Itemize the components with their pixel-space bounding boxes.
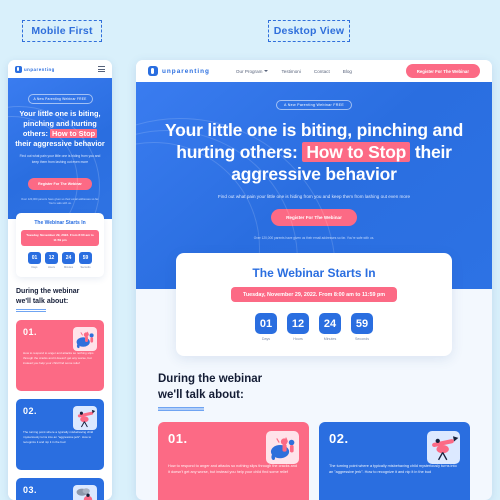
- desktop-webinar-card-01[interactable]: 01. How to respond to anger and attacks …: [158, 421, 309, 500]
- desktop-webinar-section: During the webinar we'll talk about: 01.…: [136, 356, 492, 500]
- desktop-webinar-card-02[interactable]: 02. The turning point where a typically …: [319, 421, 470, 500]
- headline-highlight: How to Stop: [302, 142, 411, 163]
- desktop-mockup: unparenting Our Program Testimoni Contac…: [136, 60, 492, 500]
- section-title-line-2: we'll talk about:: [158, 388, 244, 401]
- mobile-logo[interactable]: unparenting: [15, 65, 55, 73]
- nav-register-button[interactable]: Register For The Webinar: [405, 64, 480, 78]
- card-text: The turning point where a typically misb…: [23, 430, 94, 444]
- section-underline-decoration: [158, 406, 204, 411]
- countdown-unit: 59 Seconds: [351, 313, 373, 341]
- countdown-label: Days: [261, 337, 271, 342]
- nav-item-contact[interactable]: Contact: [314, 69, 330, 74]
- countdown-unit: 12 Hours: [287, 313, 309, 341]
- card-text: How to respond to anger and attacks so n…: [168, 463, 297, 475]
- countdown-unit: 59 Seconds: [79, 252, 92, 269]
- mobile-hero: A New Parenting Webinar FREE Your little…: [8, 78, 112, 220]
- countdown-value: 59: [351, 313, 373, 335]
- desktop-hero-note: Over 120,000 parents have given us their…: [253, 236, 375, 241]
- child-with-cloud-illustration: [73, 485, 97, 500]
- countdown-value: 24: [62, 252, 75, 265]
- desktop-countdown-card: The Webinar Starts In Tuesday, November …: [176, 253, 452, 357]
- countdown-unit: 24 Minutes: [319, 313, 341, 341]
- countdown-label: Minutes: [323, 337, 337, 342]
- countdown-label: Seconds: [80, 266, 91, 270]
- mobile-countdown-card: The Webinar Starts In Tuesday, November …: [16, 213, 104, 278]
- nav-item-our-program[interactable]: Our Program: [236, 69, 269, 74]
- countdown-value: 12: [45, 252, 58, 265]
- child-and-elephant-illustration: [266, 430, 299, 464]
- headline-line-1: Your little one is biting, pinching and: [164, 120, 464, 140]
- desktop-section-title: During the webinar we'll talk about:: [158, 372, 470, 402]
- mobile-hero-pill: A New Parenting Webinar FREE: [27, 94, 93, 104]
- mobile-countdown-date: Tuesday, November 29, 2022. From 8:00 am…: [21, 230, 99, 247]
- desktop-hero-subtitle: Find out what pain your little one is hi…: [217, 194, 411, 200]
- mobile-view-label: Mobile First: [22, 20, 102, 42]
- countdown-label: Days: [31, 266, 38, 270]
- countdown-unit: 01 Days: [28, 252, 41, 269]
- desktop-wordmark: unparenting: [162, 67, 210, 75]
- mobile-section-title: During the webinar we'll talk about:: [16, 287, 104, 306]
- section-title-line-1: During the webinar: [16, 288, 80, 296]
- child-with-pencil-illustration: [427, 430, 460, 464]
- headline-line-2-post: their: [414, 142, 452, 163]
- desktop-webinar-cards: 01. How to respond to anger and attacks …: [158, 421, 470, 500]
- section-title-line-1: During the webinar: [158, 373, 263, 386]
- mobile-webinar-card-01[interactable]: 01. How to respond to anger and attacks …: [16, 320, 104, 392]
- card-text: The turning point where a typically misb…: [329, 463, 457, 475]
- nav-item-blog[interactable]: Blog: [343, 69, 352, 74]
- chevron-down-icon: [264, 70, 269, 72]
- unparenting-logo-mark-icon: [15, 65, 22, 73]
- nav-label: Our Program: [235, 68, 263, 74]
- hamburger-icon[interactable]: [98, 66, 105, 72]
- mobile-mockup: unparenting A New Parenting Webinar FREE…: [8, 60, 112, 500]
- child-with-pencil-illustration: [73, 406, 97, 431]
- countdown-value: 01: [255, 313, 277, 335]
- headline-line-3: aggressive behavior: [231, 164, 397, 185]
- countdown-label: Seconds: [355, 337, 369, 342]
- desktop-countdown-date: Tuesday, November 29, 2022. From 8:00 am…: [230, 287, 398, 303]
- mobile-webinar-section: During the webinar we'll talk about: 01.…: [8, 277, 112, 500]
- countdown-label: Hours: [48, 266, 55, 270]
- child-and-elephant-illustration: [73, 327, 97, 352]
- desktop-countdown-title: The Webinar Starts In: [252, 266, 376, 281]
- desktop-countdown-units: 01 Days 12 Hours 24 Minutes 59 Seconds: [194, 313, 434, 341]
- countdown-value: 24: [319, 313, 341, 335]
- mobile-countdown-title: The Webinar Starts In: [34, 220, 86, 227]
- mobile-webinar-card-02[interactable]: 02. The turning point where a typically …: [16, 399, 104, 471]
- screenshot-stage: Mobile First Desktop View unparenting A …: [0, 0, 500, 500]
- unparenting-logo-mark-icon: [148, 66, 158, 76]
- countdown-label: Minutes: [63, 266, 74, 270]
- headline-line-2-pre: hurting others:: [176, 142, 298, 163]
- desktop-hero-pill: A New Parenting Webinar FREE: [275, 100, 353, 110]
- section-title-line-2: we'll talk about:: [16, 297, 69, 305]
- countdown-unit: 24 Minutes: [62, 252, 75, 269]
- mobile-countdown-units: 01 Days 12 Hours 24 Minutes 59 Seconds: [21, 252, 99, 269]
- countdown-label: Hours: [293, 337, 303, 342]
- countdown-value: 59: [79, 252, 92, 265]
- desktop-hero-cta-button[interactable]: Register For The Webinar: [271, 209, 357, 227]
- desktop-hero-headline: Your little one is biting, pinching and …: [162, 119, 466, 185]
- desktop-view-label: Desktop View: [268, 20, 350, 42]
- section-underline-decoration: [16, 309, 46, 313]
- card-text: How to respond to anger and attacks so n…: [23, 351, 94, 365]
- desktop-topbar: unparenting Our Program Testimoni Contac…: [136, 60, 492, 82]
- countdown-value: 01: [28, 252, 41, 265]
- countdown-value: 12: [287, 313, 309, 335]
- mobile-wordmark: unparenting: [24, 66, 55, 72]
- desktop-logo[interactable]: unparenting: [148, 66, 210, 76]
- mobile-webinar-card-03[interactable]: 03. What four steps to take when they st…: [16, 478, 104, 500]
- countdown-unit: 12 Hours: [45, 252, 58, 269]
- countdown-unit: 01 Days: [255, 313, 277, 341]
- mobile-topbar: unparenting: [8, 60, 112, 78]
- nav-item-testimoni[interactable]: Testimoni: [281, 69, 300, 74]
- desktop-navigation: Our Program Testimoni Contact Blog: [236, 69, 352, 74]
